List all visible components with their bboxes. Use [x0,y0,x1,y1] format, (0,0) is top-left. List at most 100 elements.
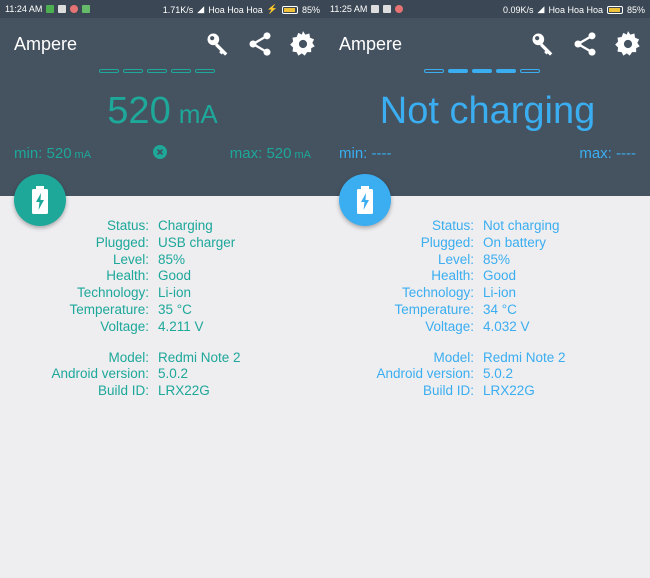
progress-segment [424,69,444,73]
device-label: Build ID: [422,383,474,399]
app-title: Ampere [14,34,78,54]
battery-info: Status: Not charging Plugged: On battery L… [325,218,650,400]
info-value: 4.211 V [158,318,204,334]
max-label: max: [579,145,612,162]
battery-charging-icon [32,186,48,214]
status-time: 11:25 AM [330,4,368,14]
current-unit: mA [178,99,218,129]
battery-icon [606,5,623,14]
max-label: max: [229,145,263,162]
settings-icon[interactable] [614,30,642,58]
current-value: 520 [107,90,171,132]
battery-percent: 85% [301,4,320,15]
info-value: 35 °C [158,301,192,317]
device-label: Android version: [376,366,474,382]
progress-segment [147,69,167,73]
header: Ampere Not charging min: ---- max: ---- [325,18,650,196]
info-row: Status: Not charging [325,218,650,235]
info-label: Status: [431,218,474,233]
device-value: Redmi Note 2 [158,349,241,365]
info-value: On battery [483,234,547,250]
info-label: Level: [112,251,149,267]
progress-segment [520,69,540,73]
device-value: Redmi Note 2 [483,349,566,365]
device-value: LRX22G [158,383,210,399]
notification-icon [46,5,55,13]
device-row: Android version: 5.0.2 [0,366,325,383]
device-row: Model: Redmi Note 2 [0,350,325,367]
info-value: USB charger [158,234,236,250]
info-row: Plugged: On battery [325,235,650,252]
progress-indicator [424,69,540,73]
device-label: Model: [108,349,149,365]
min-reading: min: 520 mA [14,145,91,162]
header: Ampere 520 mA min: 520 mA max: 520 mA [0,18,325,196]
info-value: 34 °C [483,301,517,317]
info-row: Temperature: 35 °C [0,302,325,319]
device-row: Model: Redmi Note 2 [325,350,650,367]
info-label: Plugged: [420,234,474,250]
max-unit: mA [294,149,312,161]
battery-icon [281,5,298,14]
progress-segment [123,69,143,73]
info-label: Temperature: [69,301,149,317]
info-row: Status: Charging [0,218,325,235]
progress-segment [99,69,119,73]
max-value: ---- [616,145,636,162]
info-label: Health: [431,268,474,284]
bank-icon [58,5,67,13]
reset-icon[interactable] [153,145,167,159]
device-row: Android version: 5.0.2 [325,366,650,383]
carrier-name: Hoa Hoa Hoa [548,4,603,15]
notification-icon [70,5,79,13]
bank-icon [383,5,392,13]
device-value: 5.0.2 [158,366,189,382]
share-icon[interactable] [571,30,599,58]
info-label: Voltage: [425,318,474,334]
min-label: min: [14,145,43,162]
progress-segment [472,69,492,73]
info-value: 4.032 V [483,318,530,334]
right-screen: 11:25 AM 0.09K/s ◢ Hoa Hoa Hoa 85% Amper… [325,0,650,578]
device-label: Build ID: [97,383,149,399]
info-label: Level: [437,251,474,267]
info-value: 85% [158,251,186,267]
info-label: Plugged: [95,234,149,250]
share-icon[interactable] [246,30,274,58]
status-bar: 11:25 AM 0.09K/s ◢ Hoa Hoa Hoa 85% [325,0,650,18]
info-label: Health: [106,268,149,284]
app-bar: Ampere [0,18,325,70]
min-value: ---- [371,145,392,162]
info-row: Level: 85% [325,252,650,269]
device-row: Build ID: LRX22G [0,383,325,400]
info-label: Technology: [76,285,149,301]
info-value: Not charging [483,218,560,233]
info-label: Temperature: [394,301,474,317]
info-row: Voltage: 4.211 V [0,319,325,336]
wifi-icon: ◢ [537,4,545,14]
progress-segment [171,69,191,73]
min-label: min: [339,145,368,162]
info-row: Level: 85% [0,252,325,269]
info-row: Voltage: 4.032 V [325,319,650,336]
progress-segment [195,69,215,73]
info-label: Technology: [401,285,474,301]
battery-percent: 85% [626,4,645,15]
device-value: LRX22G [483,383,535,399]
left-screen: 11:24 AM 1.71K/s ◢ Hoa Hoa Hoa ⚡ 85% Amp… [0,0,325,578]
info-row: Temperature: 34 °C [325,302,650,319]
device-label: Android version: [51,366,149,382]
info-value: 85% [483,251,511,267]
progress-segment [448,69,468,73]
key-icon[interactable] [529,30,557,58]
key-icon[interactable] [204,30,232,58]
battery-charging-icon [357,186,373,214]
info-row: Health: Good [0,268,325,285]
settings-icon[interactable] [289,30,317,58]
info-row: Plugged: USB charger [0,235,325,252]
info-value: Charging [158,218,213,233]
status-time: 11:24 AM [5,4,43,14]
progress-segment [496,69,516,73]
max-reading: max: 520 mA [230,145,311,162]
info-row: Technology: Li-ion [325,285,650,302]
